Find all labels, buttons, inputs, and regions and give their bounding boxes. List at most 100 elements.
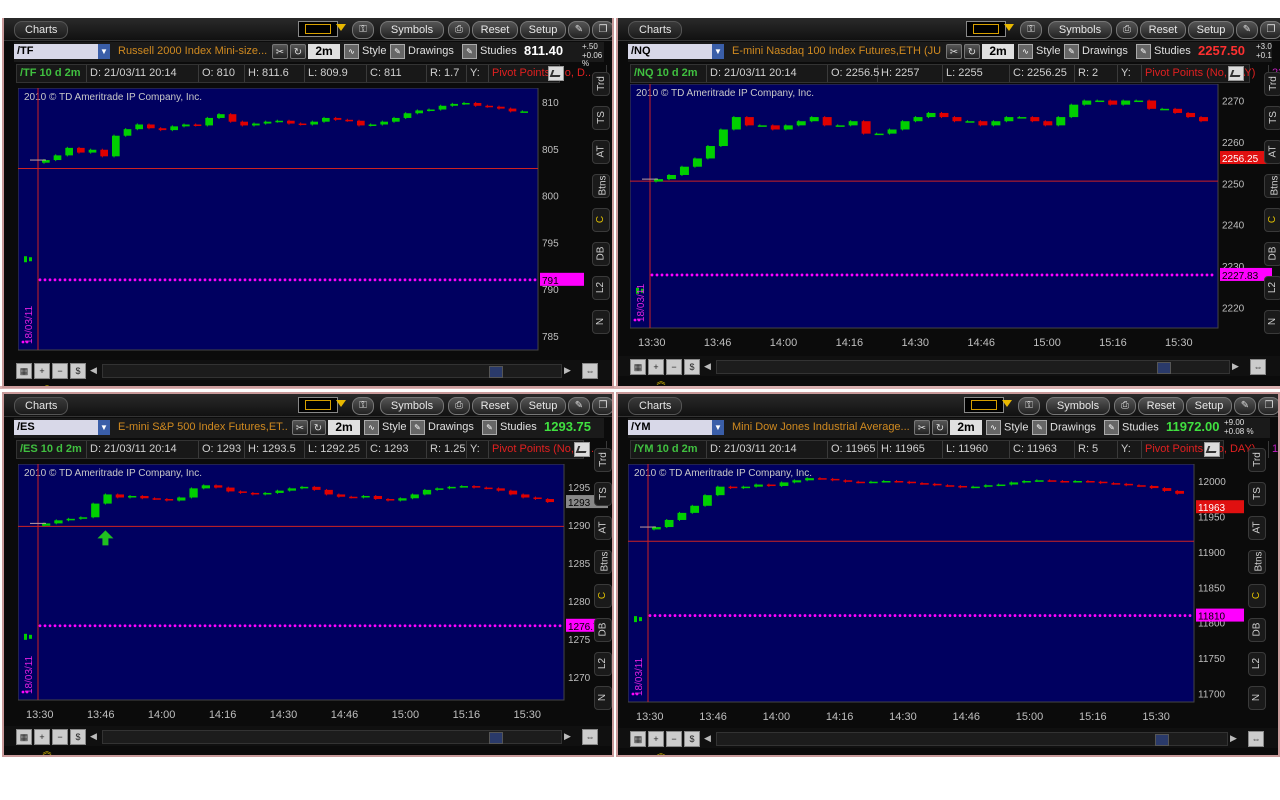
side-button-trd[interactable]: Trd xyxy=(592,72,610,96)
side-button-ts[interactable]: TS xyxy=(592,106,610,130)
side-button-ts[interactable]: TS xyxy=(1248,482,1266,506)
zoom-out-icon[interactable]: − xyxy=(52,363,68,379)
aggregation-selector[interactable]: 2m xyxy=(328,420,360,435)
studies-button[interactable]: ✎ Studies xyxy=(482,420,537,435)
link-dropdown-icon[interactable] xyxy=(336,24,346,31)
side-button-n[interactable]: N xyxy=(1248,686,1266,710)
collapse-chevron-icon[interactable]: ︽ xyxy=(40,381,54,387)
drawings-button[interactable]: ✎ Drawings xyxy=(1032,420,1096,435)
pin-icon[interactable]: ✎ xyxy=(568,21,590,39)
side-button-n[interactable]: N xyxy=(594,686,612,710)
side-button-trd[interactable]: Trd xyxy=(594,448,612,472)
charts-tab[interactable]: Charts xyxy=(14,397,69,415)
studies-button[interactable]: ✎ Studies xyxy=(1104,420,1159,435)
time-scrollbar[interactable] xyxy=(102,730,562,744)
symbol-dropdown-icon[interactable]: ▼ xyxy=(98,44,110,59)
side-button-l2[interactable]: L2 xyxy=(594,652,612,676)
grid-icon[interactable]: ▦ xyxy=(16,729,32,745)
price-chart[interactable]: 2010 © TD Ameritrade IP Company, Inc. 18/… xyxy=(630,84,1276,352)
side-button-ts[interactable]: TS xyxy=(594,482,612,506)
side-button-at[interactable]: AT xyxy=(594,516,612,540)
collapse-chevron-icon[interactable]: ︽ xyxy=(654,377,668,386)
symbols-button[interactable]: Symbols xyxy=(380,21,444,39)
detach-icon[interactable]: ❐ xyxy=(592,397,612,415)
drawings-button[interactable]: ✎ Drawings xyxy=(390,44,454,59)
expand-icon[interactable]: ⇔ xyxy=(582,363,598,379)
chart-settings-icon[interactable] xyxy=(548,66,564,81)
time-scrollbar[interactable] xyxy=(716,732,1228,746)
charts-tab[interactable]: Charts xyxy=(14,21,69,39)
link-dropdown-icon[interactable] xyxy=(336,400,346,407)
setup-button[interactable]: Setup xyxy=(520,397,566,415)
symbols-button[interactable]: Symbols xyxy=(1046,397,1110,415)
grid-icon[interactable]: ▦ xyxy=(630,731,646,747)
symbol-dropdown-icon[interactable]: ▼ xyxy=(712,420,724,435)
time-scrollbar[interactable] xyxy=(102,364,562,378)
side-button-l2[interactable]: L2 xyxy=(1248,652,1266,676)
link-box[interactable] xyxy=(298,397,338,413)
charts-tab[interactable]: Charts xyxy=(628,397,683,415)
reset-button[interactable]: Reset xyxy=(1138,397,1184,415)
zoom-in-icon[interactable]: + xyxy=(648,731,664,747)
side-button-l2[interactable]: L2 xyxy=(1264,276,1280,300)
pin-icon[interactable]: ✎ xyxy=(1234,397,1256,415)
reset-button[interactable]: Reset xyxy=(472,397,518,415)
key-icon[interactable]: ⚿ xyxy=(1020,21,1042,39)
scrollbar-thumb[interactable] xyxy=(489,366,503,378)
price-chart[interactable]: 2010 © TD Ameritrade IP Company, Inc. 18/… xyxy=(628,464,1248,726)
studies-button[interactable]: ✎ Studies xyxy=(1136,44,1191,59)
detach-icon[interactable]: ❐ xyxy=(1260,21,1280,39)
aggregation-selector[interactable]: 2m xyxy=(982,44,1014,59)
scrollbar-thumb[interactable] xyxy=(1157,362,1171,374)
side-button-btns[interactable]: Btns xyxy=(594,550,612,574)
side-button-c[interactable]: C xyxy=(594,584,612,608)
dollar-icon[interactable]: $ xyxy=(684,359,700,375)
dollar-icon[interactable]: $ xyxy=(684,731,700,747)
print-icon[interactable]: ⎙ xyxy=(1116,21,1138,39)
scissors-icon[interactable]: ✂ xyxy=(292,420,308,435)
scrollbar-thumb[interactable] xyxy=(1155,734,1169,746)
style-button[interactable]: ∿ Style xyxy=(344,44,386,59)
symbols-button[interactable]: Symbols xyxy=(1048,21,1112,39)
dollar-icon[interactable]: $ xyxy=(70,363,86,379)
aggregation-selector[interactable]: 2m xyxy=(950,420,982,435)
reset-button[interactable]: Reset xyxy=(472,21,518,39)
collapse-chevron-icon[interactable]: ︽ xyxy=(654,749,668,756)
link-dropdown-icon[interactable] xyxy=(1002,400,1012,407)
key-icon[interactable]: ⚿ xyxy=(1018,397,1040,415)
symbol-input[interactable]: /TF xyxy=(14,44,98,59)
collapse-chevron-icon[interactable]: ︽ xyxy=(40,747,54,756)
style-button[interactable]: ∿ Style xyxy=(1018,44,1060,59)
scroll-right-icon[interactable]: ▶ xyxy=(564,730,571,742)
setup-button[interactable]: Setup xyxy=(1186,397,1232,415)
drawings-button[interactable]: ✎ Drawings xyxy=(1064,44,1128,59)
scroll-right-icon[interactable]: ▶ xyxy=(1230,732,1237,744)
expand-icon[interactable]: ⇔ xyxy=(1250,359,1266,375)
side-button-at[interactable]: AT xyxy=(592,140,610,164)
scroll-left-icon[interactable]: ◀ xyxy=(90,364,97,376)
drawings-button[interactable]: ✎ Drawings xyxy=(410,420,474,435)
style-button[interactable]: ∿ Style xyxy=(986,420,1028,435)
side-button-n[interactable]: N xyxy=(1264,310,1280,334)
link-box[interactable] xyxy=(298,21,338,37)
scissors-icon[interactable]: ✂ xyxy=(914,420,930,435)
side-button-trd[interactable]: Trd xyxy=(1264,72,1280,96)
side-button-db[interactable]: DB xyxy=(1264,242,1280,266)
studies-button[interactable]: ✎ Studies xyxy=(462,44,517,59)
side-button-db[interactable]: DB xyxy=(1248,618,1266,642)
price-chart[interactable]: 2010 © TD Ameritrade IP Company, Inc. 18/… xyxy=(18,88,588,374)
side-button-c[interactable]: C xyxy=(1264,208,1280,232)
aggregation-selector[interactable]: 2m xyxy=(308,44,340,59)
side-button-btns[interactable]: Btns xyxy=(592,174,610,198)
zoom-out-icon[interactable]: − xyxy=(666,359,682,375)
side-button-btns[interactable]: Btns xyxy=(1248,550,1266,574)
refresh-icon[interactable]: ↻ xyxy=(964,44,980,59)
side-button-db[interactable]: DB xyxy=(594,618,612,642)
symbol-dropdown-icon[interactable]: ▼ xyxy=(712,44,724,59)
refresh-icon[interactable]: ↻ xyxy=(932,420,948,435)
side-button-l2[interactable]: L2 xyxy=(592,276,610,300)
link-box[interactable] xyxy=(964,397,1004,413)
detach-icon[interactable]: ❐ xyxy=(592,21,612,39)
setup-button[interactable]: Setup xyxy=(1188,21,1234,39)
side-button-at[interactable]: AT xyxy=(1264,140,1280,164)
